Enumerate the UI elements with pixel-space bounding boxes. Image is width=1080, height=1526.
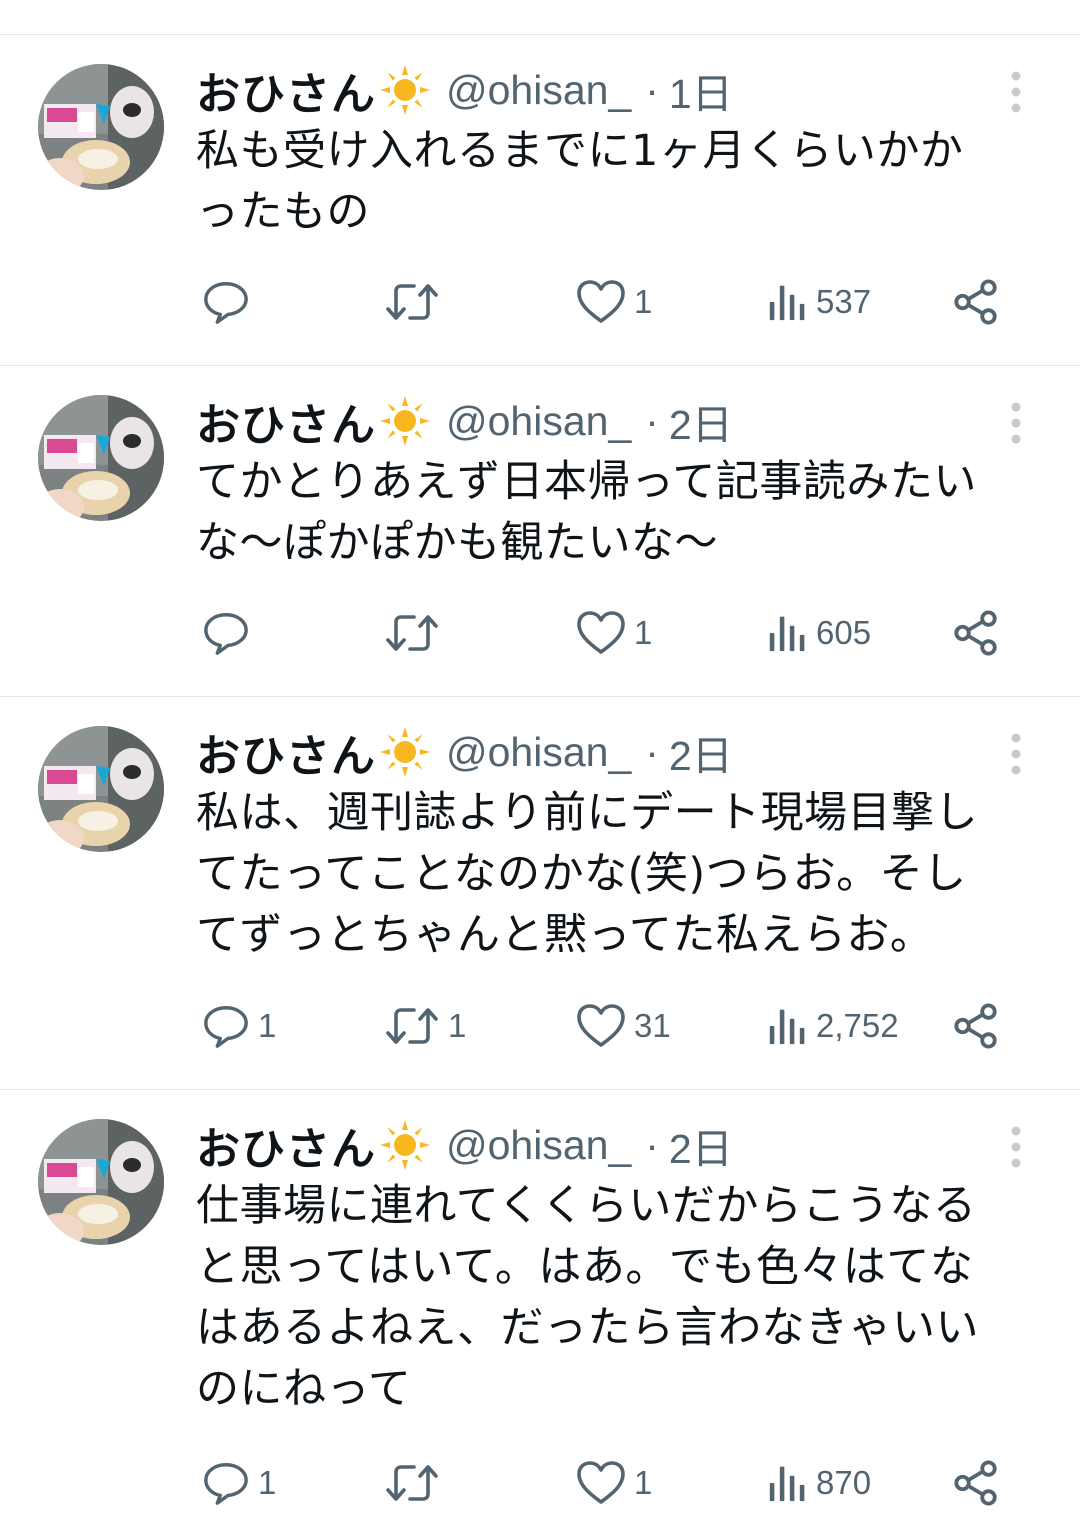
share-icon xyxy=(952,608,1000,658)
avatar[interactable] xyxy=(38,395,164,521)
timestamp[interactable]: 2日 xyxy=(669,1115,733,1175)
timestamp[interactable]: 2日 xyxy=(669,391,733,451)
user-handle[interactable]: @ohisan_ xyxy=(446,67,631,114)
reply-button[interactable] xyxy=(202,603,258,663)
view-count: 870 xyxy=(816,1464,872,1501)
reply-icon xyxy=(202,278,250,326)
views-icon xyxy=(768,1461,808,1505)
display-name[interactable]: おひさん xyxy=(196,58,376,122)
user-handle[interactable]: @ohisan_ xyxy=(446,729,631,776)
views-button[interactable]: 2,752 xyxy=(768,996,899,1056)
display-name[interactable]: おひさん xyxy=(196,1113,376,1177)
user-handle[interactable]: @ohisan_ xyxy=(446,1122,631,1169)
retweet-button[interactable] xyxy=(384,272,448,332)
tweet-text: 私も受け入れるまでに1ヶ月くらいかか ったもの xyxy=(196,126,964,237)
view-count: 537 xyxy=(816,283,872,320)
heart-icon xyxy=(576,1460,626,1506)
display-name[interactable]: おひさん xyxy=(196,720,376,784)
like-button[interactable]: 1 xyxy=(576,272,652,332)
reply-button[interactable]: 1 xyxy=(202,996,276,1056)
display-name[interactable]: おひさん xyxy=(196,389,376,453)
avatar[interactable] xyxy=(38,726,164,852)
like-button[interactable]: 1 xyxy=(576,603,652,663)
reply-icon xyxy=(202,1002,250,1050)
tweet-text: 私は、週刊誌より前にデート現場目撃し てたってことなのかな(笑)つらお。そし て… xyxy=(196,788,979,960)
like-count: 31 xyxy=(634,1007,671,1044)
action-bar: 1 605 xyxy=(0,603,1080,663)
share-button[interactable] xyxy=(952,996,1000,1056)
heart-icon xyxy=(576,1003,626,1049)
more-options-icon[interactable] xyxy=(1008,1125,1024,1169)
more-options-icon[interactable] xyxy=(1008,70,1024,114)
separator-dot: · xyxy=(645,1121,659,1168)
like-button[interactable]: 31 xyxy=(576,996,671,1056)
like-count: 1 xyxy=(634,1464,653,1501)
retweet-button[interactable] xyxy=(384,603,448,663)
sun-icon xyxy=(378,725,432,779)
retweet-count: 1 xyxy=(448,1007,467,1044)
views-icon xyxy=(768,280,808,324)
like-count: 1 xyxy=(634,283,653,320)
share-icon xyxy=(952,1001,1000,1051)
more-options-icon[interactable] xyxy=(1008,732,1024,776)
sun-icon xyxy=(378,394,432,448)
share-button[interactable] xyxy=(952,603,1000,663)
top-divider xyxy=(0,34,1080,35)
retweet-button[interactable] xyxy=(384,1453,448,1513)
share-button[interactable] xyxy=(952,1453,1000,1513)
tweet-divider xyxy=(0,365,1080,366)
tweet-text: 仕事場に連れてくくらいだからこうなる と思ってはいて。はあ。でも色々はてな はあ… xyxy=(196,1181,979,1414)
avatar[interactable] xyxy=(38,1119,164,1245)
reply-icon xyxy=(202,1459,250,1507)
tweet-header: おひさん @ohisan_ · 2日 xyxy=(196,391,733,451)
view-count: 2,752 xyxy=(816,1007,899,1044)
views-button[interactable]: 537 xyxy=(768,272,871,332)
reply-count: 1 xyxy=(258,1464,277,1501)
sun-icon xyxy=(378,63,432,117)
views-button[interactable]: 605 xyxy=(768,603,871,663)
views-icon xyxy=(768,611,808,655)
tweet-header: おひさん @ohisan_ · 2日 xyxy=(196,722,733,782)
action-bar: 1 537 xyxy=(0,272,1080,332)
like-button[interactable]: 1 xyxy=(576,1453,652,1513)
reply-icon xyxy=(202,609,250,657)
reply-button[interactable]: 1 xyxy=(202,1453,276,1513)
retweet-button[interactable]: 1 xyxy=(384,996,466,1056)
separator-dot: · xyxy=(645,66,659,113)
share-button[interactable] xyxy=(952,272,1000,332)
reply-button[interactable] xyxy=(202,272,258,332)
like-count: 1 xyxy=(634,614,653,651)
retweet-icon xyxy=(384,277,440,327)
tweet-text: てかとりあえず日本帰って記事読みたい な〜ぽかぽかも観たいな〜 xyxy=(196,457,977,568)
more-options-icon[interactable] xyxy=(1008,401,1024,445)
retweet-icon xyxy=(384,608,440,658)
timestamp[interactable]: 2日 xyxy=(669,722,733,782)
retweet-icon xyxy=(384,1458,440,1508)
heart-icon xyxy=(576,610,626,656)
share-icon xyxy=(952,1458,1000,1508)
separator-dot: · xyxy=(645,728,659,775)
sun-icon xyxy=(378,1118,432,1172)
views-button[interactable]: 870 xyxy=(768,1453,871,1513)
tweet-divider xyxy=(0,1089,1080,1090)
reply-count: 1 xyxy=(258,1007,277,1044)
timestamp[interactable]: 1日 xyxy=(669,60,733,120)
share-icon xyxy=(952,277,1000,327)
avatar[interactable] xyxy=(38,64,164,190)
tweet-divider xyxy=(0,696,1080,697)
separator-dot: · xyxy=(645,397,659,444)
action-bar: 1 1 31 2,752 xyxy=(0,996,1080,1056)
tweet-header: おひさん @ohisan_ · 1日 xyxy=(196,60,733,120)
heart-icon xyxy=(576,279,626,325)
action-bar: 1 1 870 xyxy=(0,1453,1080,1513)
view-count: 605 xyxy=(816,614,872,651)
views-icon xyxy=(768,1004,808,1048)
user-handle[interactable]: @ohisan_ xyxy=(446,398,631,445)
tweet-header: おひさん @ohisan_ · 2日 xyxy=(196,1115,733,1175)
retweet-icon xyxy=(384,1001,440,1051)
